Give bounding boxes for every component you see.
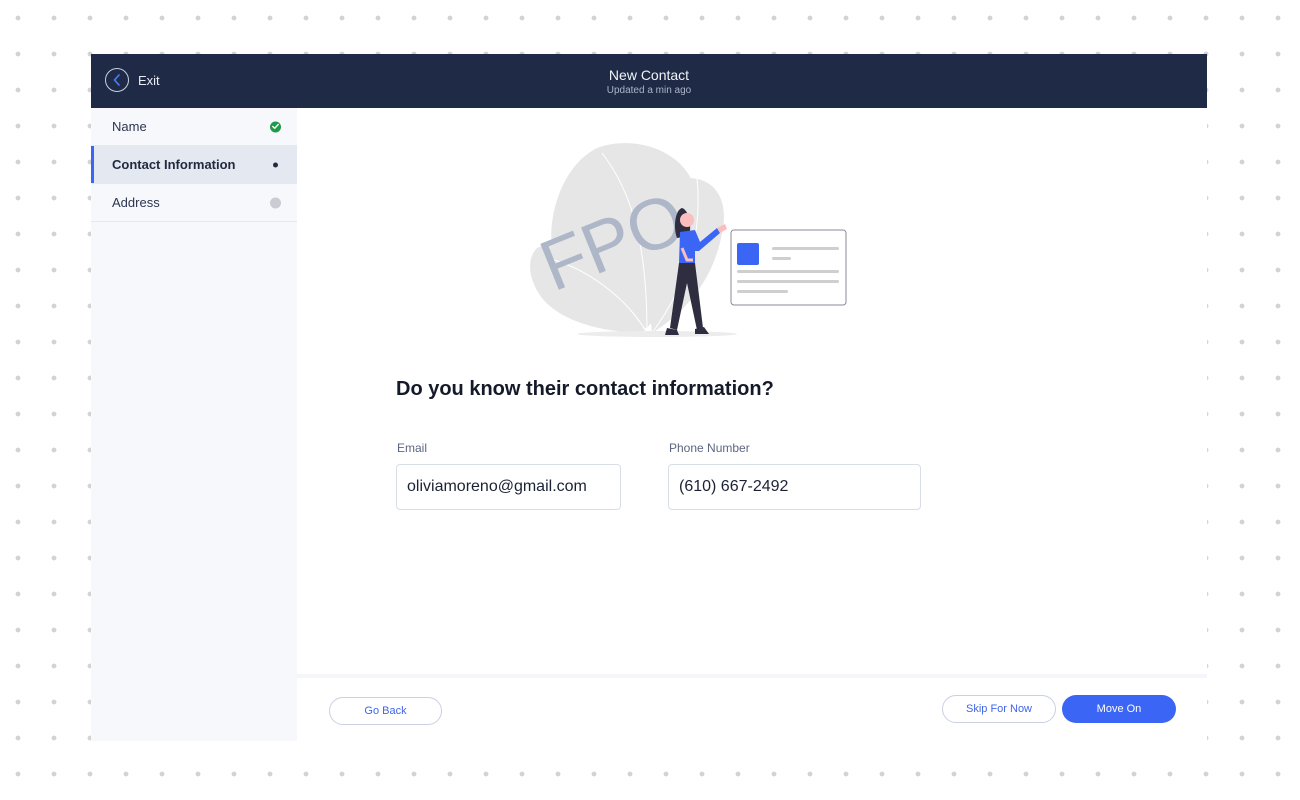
- contact-card-icon: [730, 229, 847, 306]
- new-contact-window: Exit New Contact Updated a min ago Name …: [91, 54, 1207, 741]
- skip-for-now-button[interactable]: Skip For Now: [942, 695, 1056, 723]
- sidebar-step-name[interactable]: Name: [91, 108, 297, 146]
- step-label: Address: [112, 195, 160, 210]
- phone-label: Phone Number: [669, 441, 750, 455]
- email-label: Email: [397, 441, 428, 455]
- steps-sidebar: Name Contact Information Address: [91, 108, 297, 741]
- last-updated-text: Updated a min ago: [606, 85, 692, 96]
- step-complete-check-icon: [270, 121, 281, 132]
- step-label: Name: [112, 119, 147, 134]
- footer-divider: [297, 674, 1207, 678]
- main-content: FPO Do you know their contact informatio…: [297, 108, 1207, 741]
- sidebar-step-contact-information[interactable]: Contact Information: [91, 146, 297, 184]
- contact-illustration: FPO: [529, 143, 847, 337]
- step-pending-dot-icon: [270, 197, 281, 208]
- email-input[interactable]: [396, 464, 621, 510]
- header-title-block: New Contact Updated a min ago: [91, 67, 1207, 98]
- page-title: New Contact: [608, 67, 690, 83]
- form-question-heading: Do you know their contact information?: [396, 378, 774, 400]
- phone-number-input[interactable]: [668, 464, 921, 510]
- sidebar-step-address[interactable]: Address: [91, 184, 297, 222]
- step-current-dot-icon: [273, 162, 281, 167]
- go-back-button[interactable]: Go Back: [329, 697, 442, 725]
- step-label: Contact Information: [112, 157, 236, 172]
- top-bar: Exit New Contact Updated a min ago: [91, 54, 1207, 108]
- move-on-button[interactable]: Move On: [1062, 695, 1176, 723]
